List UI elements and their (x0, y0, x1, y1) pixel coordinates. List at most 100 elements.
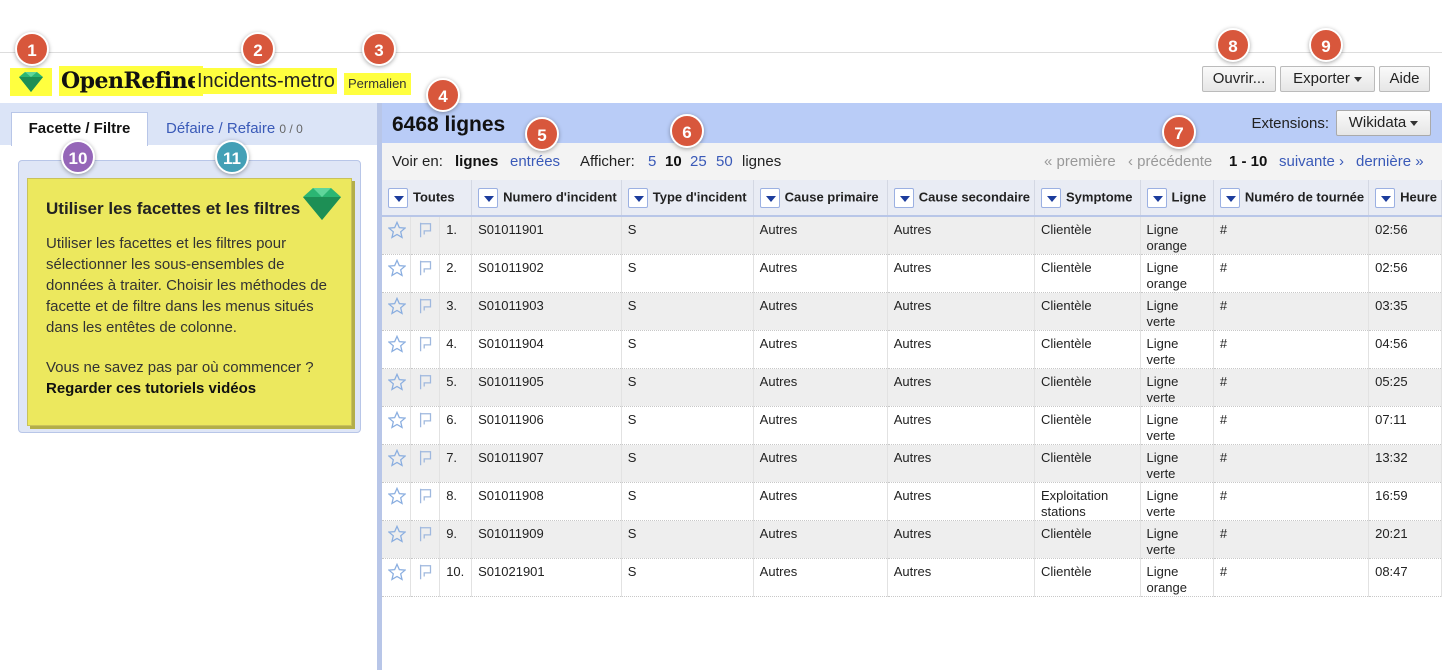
page-size-5[interactable]: 5 (648, 153, 656, 170)
flag-icon[interactable] (410, 444, 441, 483)
export-button[interactable]: Exporter (1280, 66, 1375, 92)
cell-tour-number: # (1213, 558, 1370, 597)
help-button[interactable]: Aide (1379, 66, 1430, 92)
column-header-line[interactable]: Ligne (1140, 180, 1214, 217)
column-header-time[interactable]: Heure (1368, 180, 1442, 217)
tab-undo-redo[interactable]: Défaire / Refaire 0 / 0 (166, 120, 303, 137)
cell-primary-cause: Autres (753, 330, 888, 369)
table-row: 6. S01011906 S Autres Autres Clientèle Ligne ve… (382, 406, 1442, 445)
chevron-down-icon[interactable] (388, 187, 408, 208)
cell-symptom: Clientèle (1034, 368, 1141, 407)
mode-records-link[interactable]: entrées (510, 153, 560, 170)
show-label: Afficher: (580, 153, 635, 170)
pager-first[interactable]: « première (1044, 153, 1116, 170)
column-header-all[interactable]: Toutes (382, 180, 473, 217)
flag-icon[interactable] (410, 558, 441, 597)
star-icon[interactable] (382, 520, 412, 559)
undo-count: 0 / 0 (279, 122, 303, 136)
left-panel: Facette / Filtre Défaire / Refaire 0 / 0… (0, 103, 377, 670)
flag-icon[interactable] (410, 368, 441, 407)
cell-tour-number: # (1213, 406, 1370, 445)
cell-time: 08:47 (1368, 558, 1442, 597)
mode-rows[interactable]: lignes (455, 153, 498, 170)
table-row: 2. S01011902 S Autres Autres Clientèle Ligne or… (382, 254, 1442, 293)
cell-line: Ligne verte (1140, 368, 1214, 407)
column-header-secondary-cause[interactable]: Cause secondaire (887, 180, 1035, 217)
star-icon[interactable] (382, 482, 412, 521)
cell-secondary-cause: Autres (887, 444, 1035, 483)
star-icon[interactable] (382, 216, 412, 255)
cell-line: Ligne verte (1140, 482, 1214, 521)
cell-primary-cause: Autres (753, 520, 888, 559)
cell-line: Ligne verte (1140, 292, 1214, 331)
chevron-down-icon[interactable] (1040, 187, 1061, 208)
cell-line-color: orange (1146, 276, 1187, 291)
cell-incident-type: S (621, 254, 754, 293)
column-header-symptom[interactable]: Symptome (1034, 180, 1141, 217)
cell-incident-number: S01011907 (471, 444, 622, 483)
open-button[interactable]: Ouvrir... (1202, 66, 1276, 92)
brand-name[interactable]: OpenRefine (59, 66, 203, 96)
flag-icon[interactable] (410, 292, 441, 331)
cell-time: 02:56 (1368, 216, 1442, 255)
cell-tour-number: # (1213, 330, 1370, 369)
column-header-primary-cause[interactable]: Cause primaire (753, 180, 888, 217)
chevron-down-icon[interactable] (759, 187, 780, 208)
table-row: 10. S01021901 S Autres Autres Clientèle Ligne o… (382, 558, 1442, 597)
column-header-label: Symptome (1065, 188, 1133, 204)
pager-previous[interactable]: ‹ précédente (1128, 153, 1212, 170)
star-icon[interactable] (382, 406, 412, 445)
star-icon[interactable] (382, 330, 412, 369)
cell-line-part: Ligne (1146, 564, 1179, 579)
cell-line: Ligne verte (1140, 330, 1214, 369)
extensions-button-label: Wikidata (1348, 114, 1407, 131)
flag-icon[interactable] (410, 520, 441, 559)
cell-symptom: Exploitation stations (1034, 482, 1141, 521)
cell-secondary-cause: Autres (887, 482, 1035, 521)
star-icon[interactable] (382, 292, 412, 331)
chevron-down-icon[interactable] (627, 187, 648, 208)
tab-facet-label: Facette / Filtre (28, 120, 131, 137)
page-size-50[interactable]: 50 (716, 153, 733, 170)
pager-last[interactable]: dernière » (1356, 153, 1424, 170)
flag-icon[interactable] (410, 254, 441, 293)
chevron-down-icon[interactable] (893, 187, 914, 208)
chevron-down-icon[interactable] (1219, 187, 1240, 208)
cell-primary-cause: Autres (753, 292, 888, 331)
page-size-25[interactable]: 25 (690, 153, 707, 170)
extensions-wikidata-button[interactable]: Wikidata (1336, 110, 1431, 136)
project-name[interactable]: Incidents-metro (195, 68, 337, 94)
marker-5: 5 (525, 117, 559, 151)
cell-primary-cause: Autres (753, 444, 888, 483)
marker-1: 1 (15, 32, 49, 66)
cell-line-part: Ligne (1146, 260, 1179, 275)
row-number: 1. (439, 216, 473, 255)
page-size-10[interactable]: 10 (665, 153, 682, 170)
row-number: 10. (439, 558, 473, 597)
permalink-link[interactable]: Permalien (344, 73, 411, 95)
column-header-incident-type[interactable]: Type d'incident (621, 180, 754, 217)
chevron-down-icon[interactable] (1146, 187, 1167, 208)
cell-time: 02:56 (1368, 254, 1442, 293)
tutorial-videos-link[interactable]: Regarder ces tutoriels vidéos (46, 378, 333, 399)
flag-icon[interactable] (410, 482, 441, 521)
chevron-down-icon (1353, 76, 1362, 82)
star-icon[interactable] (382, 254, 412, 293)
chevron-down-icon[interactable] (1375, 187, 1396, 208)
openrefine-logo[interactable] (10, 68, 52, 96)
pager-next[interactable]: suivante › (1279, 153, 1344, 170)
star-icon[interactable] (382, 444, 412, 483)
cell-symptom: Clientèle (1034, 444, 1141, 483)
flag-icon[interactable] (410, 330, 441, 369)
flag-icon[interactable] (410, 216, 441, 255)
column-header-label: Cause primaire (784, 188, 879, 204)
star-icon[interactable] (382, 368, 412, 407)
column-header-incident-number[interactable]: Numero d'incident (471, 180, 622, 217)
flag-icon[interactable] (410, 406, 441, 445)
marker-4: 4 (426, 78, 460, 112)
facet-card-text: Utiliser les facettes et les filtres pou… (46, 235, 327, 336)
chevron-down-icon[interactable] (478, 187, 499, 208)
column-header-tour-number[interactable]: Numéro de tournée (1213, 180, 1370, 217)
cell-line: Ligne verte (1140, 520, 1214, 559)
star-icon[interactable] (382, 558, 412, 597)
